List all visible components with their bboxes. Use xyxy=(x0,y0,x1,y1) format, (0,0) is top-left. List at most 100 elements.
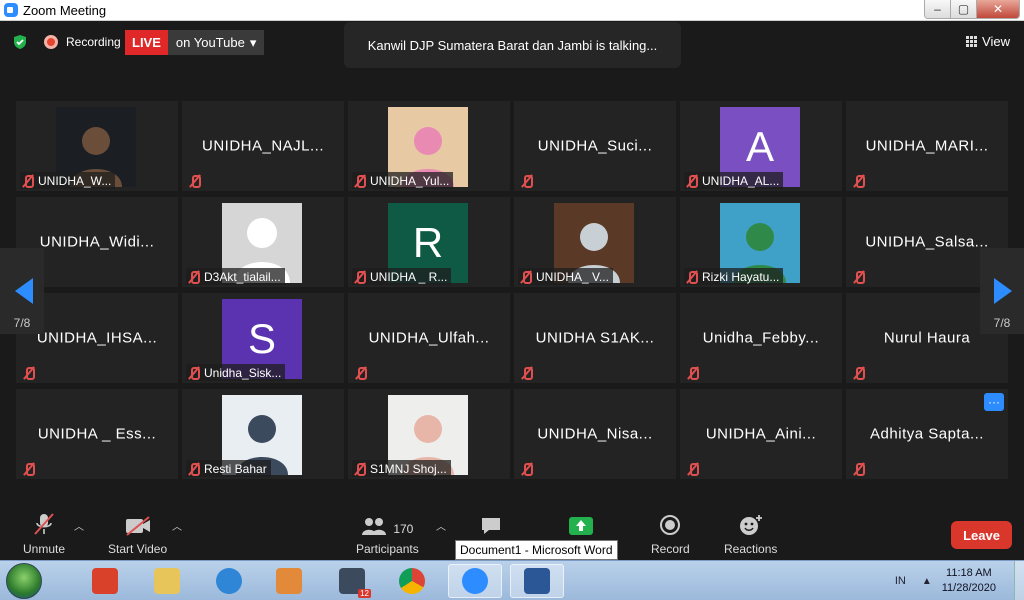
microphone-muted-icon xyxy=(686,462,700,476)
previous-page-button[interactable]: 7/8 xyxy=(0,248,44,334)
participant-tile[interactable]: UNIDHA_W... xyxy=(16,101,178,191)
clock[interactable]: 11:18 AM 11/28/2020 xyxy=(942,566,996,596)
participant-tile[interactable]: Resti Bahar xyxy=(182,389,344,479)
participant-tile[interactable]: R UNIDHA _ R... xyxy=(348,197,510,287)
gallery-grid-icon xyxy=(966,36,978,47)
microphone-muted-icon xyxy=(22,366,36,380)
microphone-muted-icon xyxy=(852,270,866,284)
microphone-muted-icon xyxy=(187,270,201,284)
share-screen-button[interactable] xyxy=(568,512,594,542)
participant-name: UNIDHA_NAJL... xyxy=(201,137,325,155)
participant-tile[interactable]: A UNIDHA_AL... xyxy=(680,101,842,191)
record-button[interactable]: Record xyxy=(651,512,690,556)
microphone-muted-icon xyxy=(685,174,699,188)
pdf-app-icon xyxy=(92,568,118,594)
live-stream-indicator[interactable]: LIVE on YouTube ▾ xyxy=(125,30,265,55)
participant-tile[interactable]: UNIDHA_Suci... xyxy=(514,101,676,191)
start-video-button[interactable]: Start Video xyxy=(108,512,167,556)
participants-options-caret[interactable]: ︿ xyxy=(436,518,446,533)
chevron-down-icon: ▾ xyxy=(249,34,257,50)
close-button[interactable]: ✕ xyxy=(977,0,1019,18)
participant-tile[interactable]: UNIDHA_Aini... xyxy=(680,389,842,479)
participant-tile[interactable]: Unidha_Febby... xyxy=(680,293,842,383)
reactions-label: Reactions xyxy=(724,542,778,556)
windows-start-button[interactable] xyxy=(6,563,42,599)
participant-tile[interactable]: S1MNJ Shoj... xyxy=(348,389,510,479)
taskbar-pdf-app[interactable] xyxy=(78,564,132,598)
participant-tile[interactable]: UNIDHA _ Ess... xyxy=(16,389,178,479)
notification-badge: 12 xyxy=(358,589,371,598)
participant-tile[interactable]: D3Akt_tialail... xyxy=(182,197,344,287)
page-indicator-left: 7/8 xyxy=(13,316,31,330)
taskbar-file-explorer[interactable] xyxy=(140,564,194,598)
audio-options-caret[interactable]: ︿ xyxy=(74,518,84,533)
video-options-caret[interactable]: ︿ xyxy=(172,518,182,533)
window-title: Zoom Meeting xyxy=(23,3,107,18)
show-hidden-icons-arrow[interactable]: ▲ xyxy=(922,576,932,587)
zoom-app-icon xyxy=(4,3,18,17)
participant-name: UNIDHA_Yul... xyxy=(370,173,450,188)
participant-name: UNIDHA_AL... xyxy=(702,173,780,188)
more-options-button[interactable]: ··· xyxy=(984,393,1004,411)
taskbar-media-player[interactable] xyxy=(262,564,316,598)
participant-tile[interactable]: UNIDHA_NAJL... xyxy=(182,101,344,191)
participants-button[interactable]: 170 Participants xyxy=(356,512,419,556)
participant-tile[interactable]: UNIDHA_Nisa... xyxy=(514,389,676,479)
microphone-muted-icon xyxy=(188,174,202,188)
participants-count: 170 xyxy=(393,522,414,536)
window-title-bar: Zoom Meeting – ▢ ✕ xyxy=(0,0,1024,21)
zoom-meeting-window: { "window": {"title": "Zoom Meeting", "m… xyxy=(0,0,1024,600)
live-target-dropdown[interactable]: on YouTube ▾ xyxy=(167,30,265,55)
reactions-smiley-icon xyxy=(739,515,762,535)
arrow-left-icon xyxy=(15,278,33,304)
participant-tile[interactable]: S Unidha_Sisk... xyxy=(182,293,344,383)
taskbar-app-with-badge[interactable]: 12 xyxy=(325,564,379,598)
show-desktop-button[interactable] xyxy=(1014,561,1024,600)
chrome-icon xyxy=(399,568,425,594)
microphone-muted-icon xyxy=(520,174,534,188)
participant-name: UNIDHA_Aini... xyxy=(705,425,817,443)
taskbar-chrome[interactable] xyxy=(385,564,439,598)
microphone-muted-icon xyxy=(685,270,699,284)
participant-name-label: UNIDHA_W... xyxy=(20,172,116,189)
participant-name: Unidha_Sisk... xyxy=(204,365,282,380)
microphone-muted-icon xyxy=(22,462,36,476)
window-controls: – ▢ ✕ xyxy=(924,0,1020,19)
participant-tile[interactable]: UNIDHA_ V... xyxy=(514,197,676,287)
clock-time: 11:18 AM xyxy=(946,567,992,579)
participant-tile[interactable]: UNIDHA_MARI... xyxy=(846,101,1008,191)
participant-name: Adhitya Sapta... xyxy=(870,425,984,443)
clock-date: 11/28/2020 xyxy=(941,582,996,594)
maximize-button[interactable]: ▢ xyxy=(951,0,977,18)
participant-name: Rizki Hayatu... xyxy=(702,269,780,284)
chat-button[interactable] xyxy=(480,512,502,542)
chat-icon xyxy=(482,518,500,534)
participant-tile[interactable]: Adhitya Sapta... ··· xyxy=(846,389,1008,479)
microphone-muted-icon xyxy=(187,462,201,476)
arrow-right-icon xyxy=(994,278,1012,304)
leave-button[interactable]: Leave xyxy=(951,521,1012,549)
participant-name: S1MNJ Shoj... xyxy=(370,461,447,476)
input-language[interactable]: IN xyxy=(895,575,906,587)
taskbar-zoom[interactable] xyxy=(448,564,502,598)
participant-tile[interactable]: UNIDHA_Yul... xyxy=(348,101,510,191)
minimize-button[interactable]: – xyxy=(925,0,951,18)
taskbar-internet-explorer[interactable] xyxy=(202,564,256,598)
participant-name-label: Unidha_Sisk... xyxy=(186,364,286,381)
internet-explorer-icon xyxy=(216,568,242,594)
participant-name-label: UNIDHA _ R... xyxy=(352,268,452,285)
taskbar-word[interactable] xyxy=(510,564,564,598)
next-page-button[interactable]: 7/8 xyxy=(980,248,1024,334)
recording-label[interactable]: Recording xyxy=(66,35,121,49)
taskbar-tooltip: Document1 - Microsoft Word xyxy=(455,540,618,560)
reactions-button[interactable]: Reactions xyxy=(724,512,777,556)
view-button[interactable]: View xyxy=(966,34,1010,49)
participant-name: UNIDHA_W... xyxy=(38,173,112,188)
active-speaker-banner: Kanwil DJP Sumatera Barat dan Jambi is t… xyxy=(344,22,681,68)
participant-tile[interactable]: Rizki Hayatu... xyxy=(680,197,842,287)
participant-name: UNIDHA _ R... xyxy=(370,269,448,284)
participant-tile[interactable]: UNIDHA_Ulfah... xyxy=(348,293,510,383)
encryption-shield-icon[interactable] xyxy=(12,34,28,50)
participant-tile[interactable]: UNIDHA S1AK... xyxy=(514,293,676,383)
unmute-button[interactable]: Unmute xyxy=(23,512,65,556)
